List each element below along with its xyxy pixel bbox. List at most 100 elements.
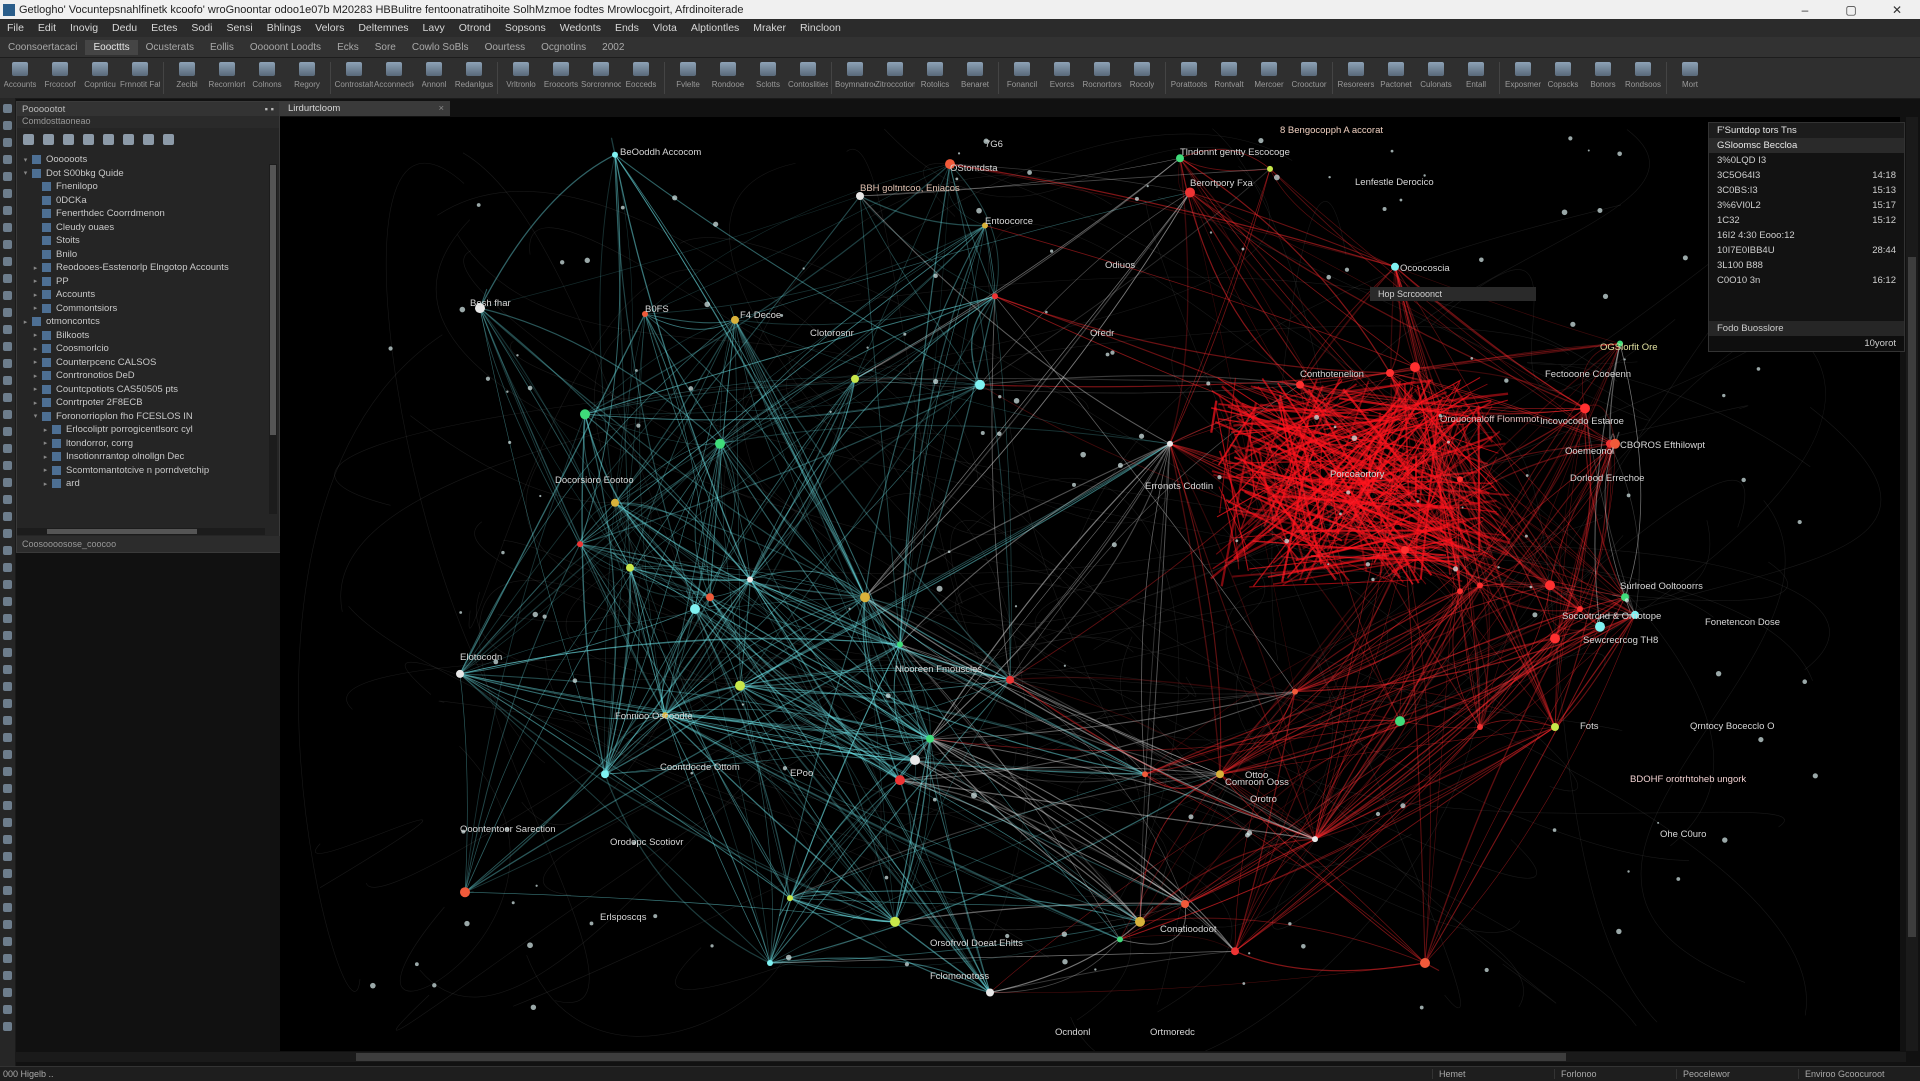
graph-node[interactable]: [1062, 931, 1067, 936]
graph-node[interactable]: [636, 424, 640, 428]
node-label[interactable]: Comroon Ooss: [1225, 777, 1289, 788]
toolbar-button[interactable]: Rotolics: [915, 58, 955, 98]
menu-item[interactable]: Edit: [31, 22, 63, 34]
graph-node[interactable]: [653, 914, 657, 918]
toolbar-button[interactable]: Eroocorts: [541, 58, 581, 98]
toolbar-button[interactable]: Annonl: [414, 58, 454, 98]
status-segment[interactable]: Peocelewor: [1676, 1069, 1798, 1079]
tree-expander-icon[interactable]: ▸: [31, 277, 40, 285]
tool-icon[interactable]: [3, 767, 12, 776]
toolbar-button[interactable]: Sorcronnocs: [581, 58, 621, 98]
graph-node[interactable]: [747, 577, 753, 583]
graph-node[interactable]: [689, 386, 694, 391]
node-label[interactable]: Docorsioro Eootoo: [555, 475, 634, 486]
graph-node[interactable]: [601, 770, 609, 778]
graph-node[interactable]: [464, 921, 469, 926]
node-label[interactable]: Coontdocde Ottom: [660, 762, 740, 773]
graph-node[interactable]: [710, 944, 713, 947]
toolbar-button[interactable]: Zecibi: [167, 58, 207, 98]
graph-node[interactable]: [508, 441, 511, 444]
tree-node[interactable]: ▸Accounts: [17, 288, 265, 302]
graph-node[interactable]: [1603, 294, 1608, 299]
node-label[interactable]: Ortmoredc: [1150, 1027, 1195, 1038]
graph-node[interactable]: [706, 593, 714, 601]
status-segment[interactable]: Hemet: [1432, 1069, 1554, 1079]
tree-node[interactable]: ▸Insotionrrantop olnollgn Dec: [17, 450, 265, 464]
toolbar-button[interactable]: Exposmer: [1503, 58, 1543, 98]
tree-expander-icon[interactable]: ▸: [31, 399, 40, 407]
toolbar-button[interactable]: Accounts: [0, 58, 40, 98]
graph-node[interactable]: [1139, 434, 1144, 439]
graph-node[interactable]: [803, 267, 805, 269]
toolbar-button[interactable]: Contoslities: [788, 58, 828, 98]
tree-expander-icon[interactable]: ▸: [31, 331, 40, 339]
graph-node[interactable]: [1616, 929, 1621, 934]
ribbon-tab[interactable]: Sore: [367, 40, 404, 55]
menu-item[interactable]: Bhlings: [260, 22, 308, 34]
node-label[interactable]: Nlooreen Fmouscles: [895, 664, 982, 675]
tool-icon[interactable]: [3, 274, 12, 283]
tree-vertical-scrollbar[interactable]: [269, 164, 277, 514]
graph-node[interactable]: [1181, 900, 1189, 908]
tree-node[interactable]: ▸Conrtrpoter 2F8ECB: [17, 396, 265, 410]
graph-node[interactable]: [1485, 968, 1489, 972]
graph-node[interactable]: [860, 592, 870, 602]
tree-node[interactable]: ▾Oooooots: [17, 153, 265, 167]
graph-node[interactable]: [1477, 724, 1483, 730]
graph-node[interactable]: [460, 887, 470, 897]
menu-item[interactable]: Ends: [608, 22, 646, 34]
properties-row[interactable]: 3%6VI0L215:17: [1709, 198, 1904, 213]
graph-node[interactable]: [456, 670, 464, 678]
properties-footer-title[interactable]: Fodo Buosslore: [1709, 321, 1904, 336]
graph-node[interactable]: [580, 409, 590, 419]
graph-node[interactable]: [1802, 679, 1807, 684]
tree-expander-icon[interactable]: ▸: [41, 480, 50, 488]
graph-node[interactable]: [1588, 150, 1590, 152]
tool-icon[interactable]: [3, 835, 12, 844]
tree-expander-icon[interactable]: ▸: [31, 372, 40, 380]
menu-item[interactable]: Sodi: [184, 22, 219, 34]
tool-icon[interactable]: [3, 257, 12, 266]
graph-node[interactable]: [1525, 535, 1528, 538]
tool-icon[interactable]: [3, 1005, 12, 1014]
tool-icon[interactable]: [3, 155, 12, 164]
graph-node[interactable]: [1188, 814, 1193, 819]
node-label[interactable]: Elotocodn: [460, 652, 502, 663]
toolbar-button[interactable]: Rondooe: [708, 58, 748, 98]
document-tab[interactable]: Lirdurtcloom ×: [280, 101, 450, 116]
graph-node[interactable]: [1242, 248, 1245, 251]
tree-node[interactable]: ▾Foronorrioplon fho FCESLOS IN: [17, 410, 265, 424]
tool-icon[interactable]: [3, 461, 12, 470]
node-label[interactable]: OGSlorfit Ore: [1600, 342, 1658, 353]
menu-item[interactable]: Sopsons: [498, 22, 553, 34]
graph-node[interactable]: [1147, 185, 1149, 187]
tree-node[interactable]: Bnilo: [17, 248, 265, 262]
tool-icon[interactable]: [3, 393, 12, 402]
tree-node[interactable]: ▸ard: [17, 477, 265, 491]
graph-node[interactable]: [830, 411, 832, 413]
node-label[interactable]: Tlndonnt gentty Escocoge: [1180, 147, 1290, 158]
graph-node[interactable]: [1312, 836, 1318, 842]
graph-node[interactable]: [1401, 546, 1409, 554]
properties-row[interactable]: 1C3215:12: [1709, 213, 1904, 228]
toolbar-button[interactable]: Boymnatroes: [835, 58, 875, 98]
toolbar-button[interactable]: Controstalt: [334, 58, 374, 98]
node-label[interactable]: Ohe C0uro: [1660, 829, 1706, 840]
graph-node[interactable]: [1676, 877, 1680, 881]
tool-icon[interactable]: [3, 104, 12, 113]
tool-icon[interactable]: [3, 121, 12, 130]
close-tab-icon[interactable]: ×: [438, 103, 444, 114]
node-label[interactable]: OStontdsta: [950, 163, 998, 174]
graph-node[interactable]: [1106, 353, 1110, 357]
graph-node[interactable]: [1624, 358, 1626, 360]
forward-icon[interactable]: [63, 134, 74, 145]
graph-node[interactable]: [1110, 351, 1114, 355]
tool-icon[interactable]: [3, 359, 12, 368]
graph-node[interactable]: [1346, 490, 1350, 494]
node-label[interactable]: Entoocorce: [985, 216, 1033, 227]
tree-node[interactable]: ▸Reodooes-Esstenorlp Elngotop Accounts: [17, 261, 265, 275]
graph-node[interactable]: [536, 885, 538, 887]
node-label[interactable]: Clotorosnr: [810, 328, 854, 339]
graph-node[interactable]: [1545, 580, 1555, 590]
toolbar-button[interactable]: Culonats: [1416, 58, 1456, 98]
